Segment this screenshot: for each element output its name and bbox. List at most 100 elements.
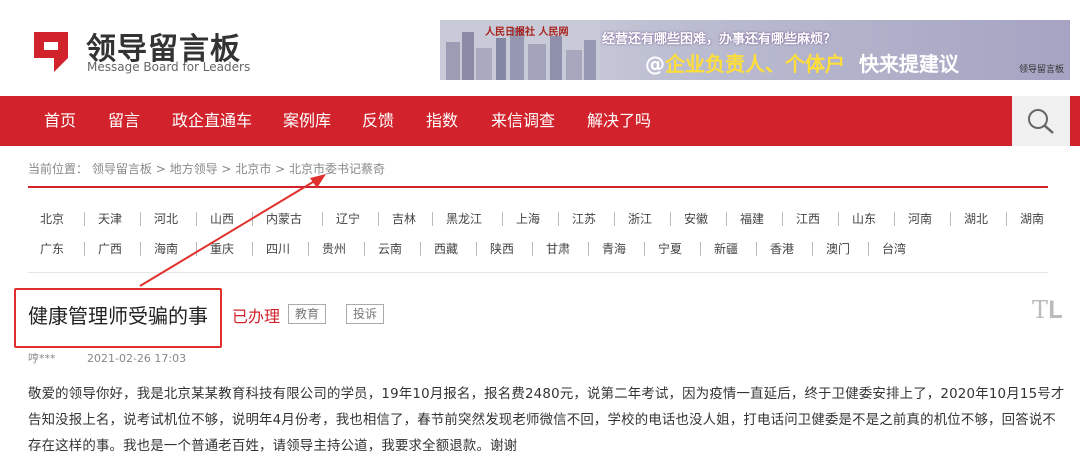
font-size-icon[interactable]: T𝐋 bbox=[1032, 296, 1063, 324]
region-separator bbox=[420, 242, 421, 256]
region-link[interactable]: 安徽 bbox=[684, 210, 708, 227]
tag-type[interactable]: 投诉 bbox=[346, 304, 385, 324]
region-link[interactable]: 吉林 bbox=[392, 210, 416, 227]
breadcrumb-item[interactable]: 北京市委书记蔡奇 bbox=[289, 162, 385, 176]
region-link[interactable]: 西藏 bbox=[434, 240, 458, 257]
banner-highlight: 企业负责人、个体户 bbox=[665, 52, 845, 76]
logo-mark-icon bbox=[34, 32, 68, 72]
banner-call: 快来提建议 bbox=[858, 52, 959, 76]
region-link[interactable]: 天津 bbox=[98, 210, 122, 227]
region-separator bbox=[670, 212, 671, 226]
message-meta: 哼*** 2021-02-26 17:03 bbox=[28, 350, 186, 366]
site-logo[interactable]: 领导留言板 Message Board for Leaders bbox=[28, 24, 268, 76]
region-link[interactable]: 黑龙江 bbox=[446, 210, 482, 227]
region-separator bbox=[84, 242, 85, 256]
region-separator bbox=[950, 212, 951, 226]
region-link[interactable]: 浙江 bbox=[628, 210, 652, 227]
breadcrumb-prefix: 当前位置： bbox=[28, 162, 89, 176]
banner-subheadline: @企业负责人、个体户 快来提建议 bbox=[645, 48, 959, 77]
region-link[interactable]: 香港 bbox=[770, 240, 794, 257]
region-separator bbox=[812, 242, 813, 256]
region-link[interactable]: 海南 bbox=[154, 240, 178, 257]
search-button[interactable] bbox=[1012, 96, 1070, 146]
region-separator bbox=[364, 242, 365, 256]
author: 哼*** bbox=[28, 352, 56, 365]
nav-item-index[interactable]: 指数 bbox=[426, 96, 458, 146]
region-link[interactable]: 北京 bbox=[40, 210, 64, 227]
banner-headline: 经营还有哪些困难，办事还有哪些麻烦？ bbox=[602, 32, 837, 47]
region-link[interactable]: 青海 bbox=[602, 240, 626, 257]
region-separator bbox=[252, 212, 253, 226]
region-link[interactable]: 云南 bbox=[378, 240, 402, 257]
region-link[interactable]: 台湾 bbox=[882, 240, 906, 257]
nav-item-survey[interactable]: 来信调查 bbox=[491, 96, 555, 146]
region-separator bbox=[1006, 212, 1007, 226]
breadcrumb: 当前位置： 领导留言板 > 地方领导 > 北京市 > 北京市委书记蔡奇 bbox=[28, 160, 385, 177]
region-link[interactable]: 河南 bbox=[908, 210, 932, 227]
region-link[interactable]: 陕西 bbox=[490, 240, 514, 257]
region-separator bbox=[558, 212, 559, 226]
region-link[interactable]: 宁夏 bbox=[658, 240, 682, 257]
region-link[interactable]: 湖北 bbox=[964, 210, 988, 227]
region-separator bbox=[644, 242, 645, 256]
nav-item-cases[interactable]: 案例库 bbox=[283, 96, 331, 146]
banner-tag: 领导留言板 bbox=[1018, 65, 1064, 75]
region-link[interactable]: 四川 bbox=[266, 240, 290, 257]
region-separator bbox=[532, 242, 533, 256]
nav-item-resolved[interactable]: 解决了吗 bbox=[587, 96, 651, 146]
region-link[interactable]: 江西 bbox=[796, 210, 820, 227]
region-link[interactable]: 广东 bbox=[40, 240, 64, 257]
region-link[interactable]: 甘肃 bbox=[546, 240, 570, 257]
region-separator bbox=[84, 212, 85, 226]
region-link[interactable]: 贵州 bbox=[322, 240, 346, 257]
nav-item-messages[interactable]: 留言 bbox=[108, 96, 140, 146]
main-nav: 首页 留言 政企直通车 案例库 反馈 指数 来信调查 解决了吗 bbox=[0, 96, 1080, 146]
ad-banner[interactable]: 人民日报社 人民网 经营还有哪些困难，办事还有哪些麻烦？ @企业负责人、个体户 … bbox=[440, 20, 1070, 80]
region-separator bbox=[476, 242, 477, 256]
breadcrumb-separator: > bbox=[221, 162, 232, 176]
region-link[interactable]: 重庆 bbox=[210, 240, 234, 257]
nav-item-enterprise[interactable]: 政企直通车 bbox=[172, 96, 252, 146]
region-link[interactable]: 广西 bbox=[98, 240, 122, 257]
region-link[interactable]: 澳门 bbox=[826, 240, 850, 257]
status-badge: 已办理 bbox=[232, 307, 281, 326]
tag-category[interactable]: 教育 bbox=[288, 304, 327, 324]
message-title: 健康管理师受骗的事 bbox=[28, 304, 208, 328]
breadcrumb-item[interactable]: 领导留言板 bbox=[92, 162, 152, 176]
region-link[interactable]: 上海 bbox=[516, 210, 540, 227]
region-separator bbox=[756, 242, 757, 256]
region-link[interactable]: 新疆 bbox=[714, 240, 738, 257]
search-icon bbox=[1028, 109, 1054, 134]
region-link[interactable]: 山东 bbox=[852, 210, 876, 227]
breadcrumb-item[interactable]: 地方领导 bbox=[170, 162, 218, 176]
section-divider bbox=[28, 186, 1048, 188]
timestamp: 2021-02-26 17:03 bbox=[87, 352, 187, 365]
banner-at: @ bbox=[645, 52, 665, 76]
region-link[interactable]: 福建 bbox=[740, 210, 764, 227]
breadcrumb-item[interactable]: 北京市 bbox=[235, 162, 271, 176]
region-separator bbox=[614, 212, 615, 226]
region-separator bbox=[196, 242, 197, 256]
region-separator bbox=[378, 212, 379, 226]
region-link[interactable]: 江苏 bbox=[572, 210, 596, 227]
region-divider bbox=[28, 272, 1048, 273]
region-link[interactable]: 山西 bbox=[210, 210, 234, 227]
region-separator bbox=[894, 212, 895, 226]
region-link[interactable]: 湖南 bbox=[1020, 210, 1044, 227]
breadcrumb-separator: > bbox=[275, 162, 286, 176]
region-separator bbox=[726, 212, 727, 226]
region-link[interactable]: 河北 bbox=[154, 210, 178, 227]
region-link[interactable]: 辽宁 bbox=[336, 210, 360, 227]
region-separator bbox=[432, 212, 433, 226]
region-link[interactable]: 内蒙古 bbox=[266, 210, 302, 227]
region-separator bbox=[868, 242, 869, 256]
region-separator bbox=[140, 242, 141, 256]
region-separator bbox=[322, 212, 323, 226]
region-separator bbox=[700, 242, 701, 256]
nav-item-home[interactable]: 首页 bbox=[44, 96, 76, 146]
breadcrumb-separator: > bbox=[155, 162, 166, 176]
site-header: 领导留言板 Message Board for Leaders 人民日报社 人民… bbox=[0, 0, 1080, 96]
region-separator bbox=[588, 242, 589, 256]
region-separator bbox=[140, 212, 141, 226]
nav-item-feedback[interactable]: 反馈 bbox=[362, 96, 394, 146]
